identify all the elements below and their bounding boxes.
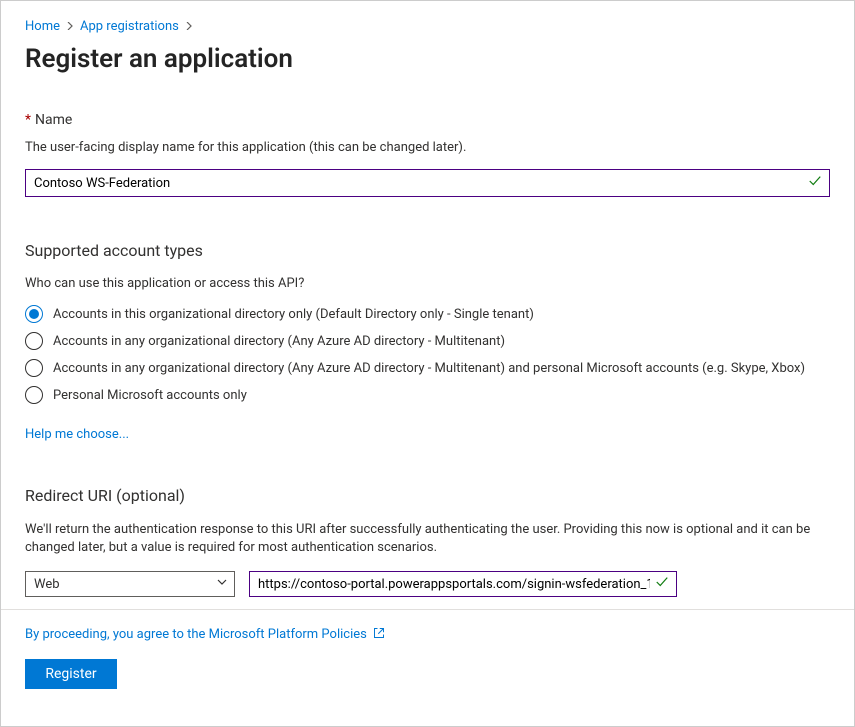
platform-policies-link[interactable]: By proceeding, you agree to the Microsof… (25, 627, 385, 643)
platform-select-value: Web (34, 577, 60, 592)
policy-link-text: By proceeding, you agree to the Microsof… (25, 627, 367, 642)
redirect-input-row: Web (25, 571, 830, 597)
required-asterisk: * (25, 112, 31, 128)
register-button[interactable]: Register (25, 659, 117, 689)
radio-button-icon (25, 386, 43, 404)
uri-input-container (249, 571, 677, 597)
name-input-container (25, 169, 830, 197)
breadcrumb-home[interactable]: Home (25, 19, 60, 34)
redirect-uri-section: Redirect URI (optional) We'll return the… (25, 486, 830, 597)
chevron-right-icon (66, 19, 74, 34)
redirect-description: We'll return the authentication response… (25, 521, 830, 557)
breadcrumb: Home App registrations (25, 19, 830, 34)
page-title: Register an application (25, 44, 830, 74)
name-description: The user-facing display name for this ap… (25, 140, 830, 155)
radio-label: Accounts in any organizational directory… (53, 334, 505, 349)
external-link-icon (373, 627, 385, 643)
name-label-text: Name (35, 112, 72, 128)
radio-button-icon (25, 359, 43, 377)
app-window: Home App registrations Register an appli… (0, 0, 855, 727)
footer: By proceeding, you agree to the Microsof… (1, 610, 854, 707)
radio-multitenant[interactable]: Accounts in any organizational directory… (25, 332, 830, 350)
radio-button-icon (25, 332, 43, 350)
radio-label: Accounts in any organizational directory… (53, 361, 805, 376)
radio-button-icon (25, 305, 43, 323)
radio-multitenant-personal[interactable]: Accounts in any organizational directory… (25, 359, 830, 377)
help-me-choose-link[interactable]: Help me choose... (25, 427, 129, 442)
platform-select[interactable]: Web (25, 571, 235, 597)
radio-single-tenant[interactable]: Accounts in this organizational director… (25, 305, 830, 323)
chevron-right-icon (185, 19, 193, 34)
radio-label: Accounts in this organizational director… (53, 307, 534, 322)
name-input[interactable] (25, 169, 830, 197)
account-types-radio-group: Accounts in this organizational director… (25, 305, 830, 404)
account-types-question: Who can use this application or access t… (25, 276, 830, 291)
radio-personal-only[interactable]: Personal Microsoft accounts only (25, 386, 830, 404)
account-types-heading: Supported account types (25, 241, 830, 260)
name-label: *Name (25, 112, 830, 128)
chevron-down-icon (216, 576, 228, 592)
breadcrumb-app-registrations[interactable]: App registrations (80, 19, 179, 34)
redirect-uri-input[interactable] (249, 571, 677, 597)
redirect-heading: Redirect URI (optional) (25, 486, 830, 505)
page-content: Home App registrations Register an appli… (1, 1, 854, 597)
radio-label: Personal Microsoft accounts only (53, 388, 247, 403)
